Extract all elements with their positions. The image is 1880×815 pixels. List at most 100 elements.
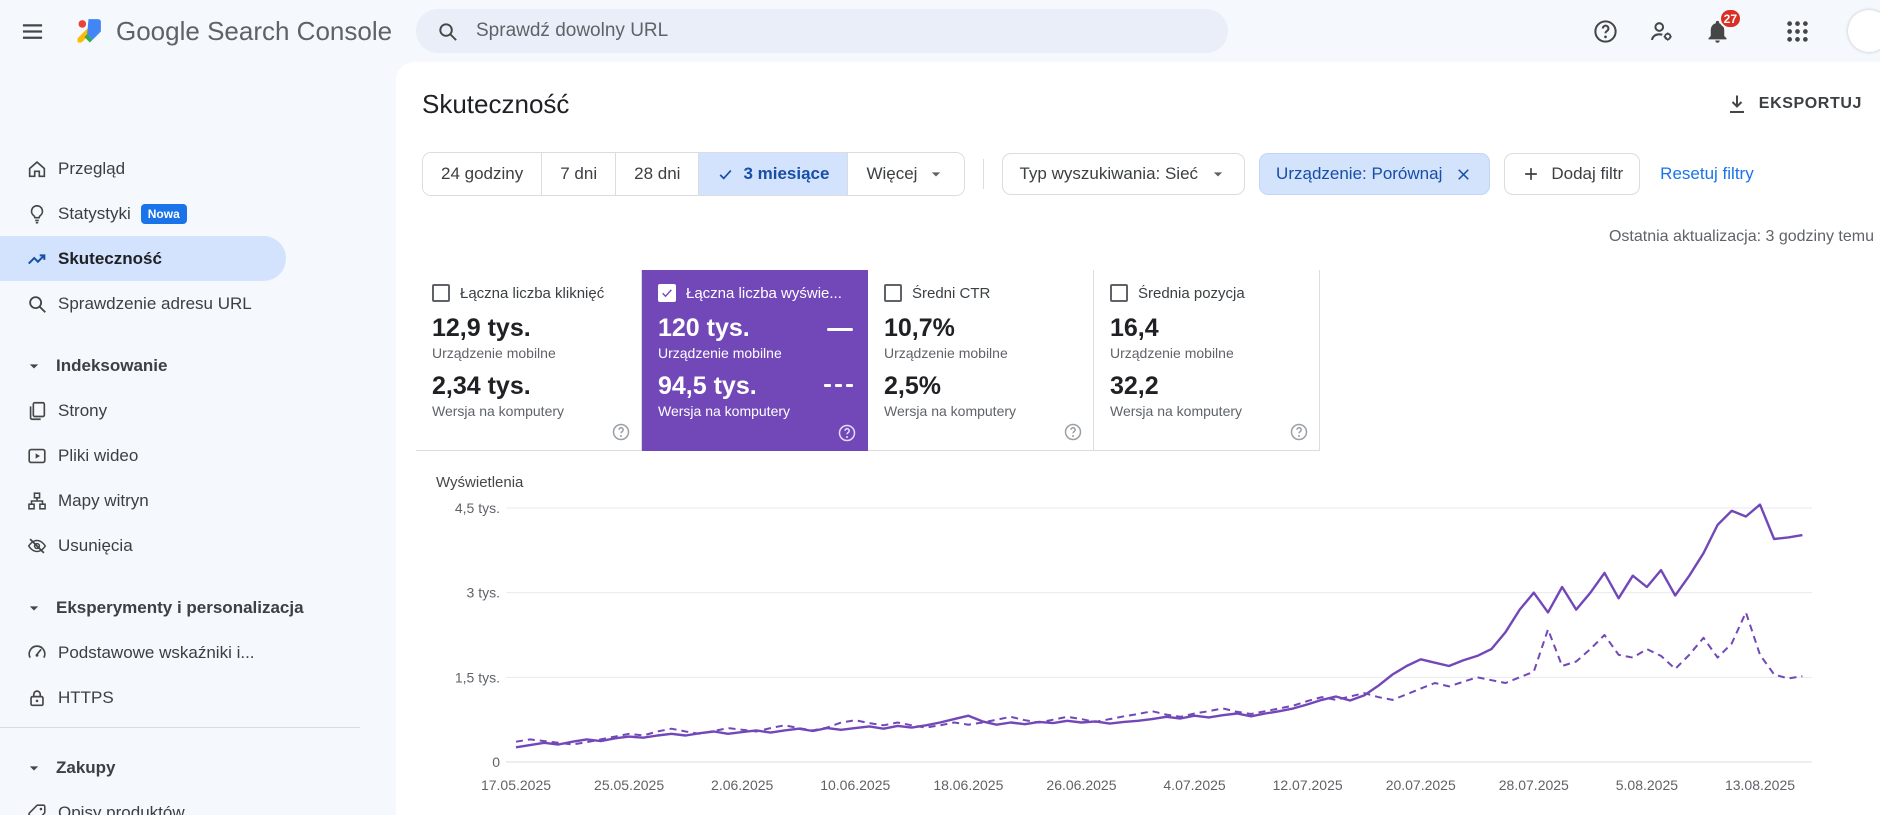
search-icon [26, 293, 48, 315]
range-3-miesiace-button[interactable]: 3 miesiące [698, 153, 848, 195]
range-28-dni-button[interactable]: 28 dni [615, 153, 699, 195]
sidebar-item-strony[interactable]: Strony [0, 388, 396, 433]
metric-cards-row: Łączna liczba kliknięć 12,9 tys. Urządzeni… [416, 270, 1320, 451]
search-type-filter-button[interactable]: Typ wyszukiwania: Sieć [1002, 153, 1246, 195]
url-inspection-searchbox[interactable] [416, 9, 1228, 53]
sidebar-item-statystyki[interactable]: Statystyki Nowa [0, 191, 396, 236]
help-icon[interactable] [1289, 422, 1309, 442]
sidebar-item-podstawowe-wskazniki-i[interactable]: Podstawowe wskaźniki i... [0, 630, 396, 675]
x-tick-label: 26.06.2025 [1046, 777, 1116, 793]
sidebar-item-label: Skuteczność [58, 248, 162, 268]
range-label: 7 dni [560, 164, 598, 183]
home-icon [26, 158, 48, 180]
chevron-down-icon [24, 598, 44, 618]
device-filter-label: Urządzenie: Porównaj [1276, 164, 1443, 183]
x-tick-label: 5.08.2025 [1616, 777, 1678, 793]
sidebar-item-label: Statystyki [58, 203, 131, 223]
sidebar-item-sprawdzenie-adresu-url[interactable]: Sprawdzenie adresu URL [0, 281, 396, 326]
sidebar-item-label: Usunięcia [58, 535, 133, 555]
avatar[interactable] [1848, 10, 1880, 52]
metric-label: Łączna liczba kliknięć [460, 284, 605, 302]
search-console-app: Google Search Console 27 Przegląd Statyst… [0, 0, 1880, 815]
checkbox-checked[interactable] [658, 284, 676, 302]
notification-badge: 27 [1718, 8, 1742, 29]
download-icon [1725, 92, 1749, 116]
url-search-input[interactable] [474, 19, 1208, 43]
close-icon[interactable] [1454, 165, 1473, 184]
x-tick-label: 18.06.2025 [933, 777, 1003, 793]
metric-sublabel-desktop: Wersja na komputery [1110, 403, 1243, 419]
sidebar-item-skutecznosc[interactable]: Skuteczność [0, 236, 286, 281]
checkbox-unchecked[interactable] [1110, 284, 1128, 302]
chevron-down-icon [24, 758, 44, 778]
metric-label: Średnia pozycja [1138, 284, 1245, 302]
metric-value-desktop: 32,2 [1110, 372, 1159, 400]
sidebar-section-label: Zakupy [56, 757, 116, 777]
y-tick-label: 3 tys. [467, 585, 500, 601]
reset-filters-link[interactable]: Resetuj filtry [1660, 164, 1754, 184]
sidebar-item-label: Strony [58, 400, 108, 420]
checkbox-unchecked[interactable] [884, 284, 902, 302]
metric-card-aczna-liczba-klikniec[interactable]: Łączna liczba kliknięć 12,9 tys. Urządzeni… [416, 270, 642, 450]
solid-line-indicator [827, 328, 853, 331]
sidebar-section-eksperymenty-i-personalizacja[interactable]: Eksperymenty i personalizacja [0, 585, 396, 630]
google-apps-button[interactable] [1780, 14, 1814, 48]
video-icon [26, 445, 48, 467]
search-type-label: Typ wyszukiwania: Sieć [1019, 164, 1199, 183]
range-label: 24 godziny [441, 164, 524, 183]
hamburger-menu-button[interactable] [8, 7, 56, 55]
header-actions: 27 [1588, 0, 1880, 62]
check-icon [717, 166, 734, 183]
sidebar-item-label: Podstawowe wskaźniki i... [58, 642, 255, 662]
sidebar-item-label: HTTPS [58, 687, 114, 707]
user-settings-icon [1648, 18, 1675, 45]
metric-card-sredni-ctr[interactable]: Średni CTR 10,7% Urządzenie mobilne 2,5% Wer… [868, 270, 1094, 450]
pages-icon [26, 400, 48, 422]
sidebar-item-mapy-witryn[interactable]: Mapy witryn [0, 478, 396, 523]
x-tick-label: 4.07.2025 [1163, 777, 1225, 793]
filter-separator [983, 159, 985, 189]
device-filter-chip[interactable]: Urządzenie: Porównaj [1259, 153, 1491, 195]
sidebar-section-indeksowanie[interactable]: Indeksowanie [0, 343, 396, 388]
metric-sublabel-mobile: Urządzenie mobilne [658, 345, 782, 361]
page-title: Skuteczność [422, 88, 570, 119]
range-wiecej-button[interactable]: Więcej [847, 153, 965, 195]
range-24-godziny-button[interactable]: 24 godziny [423, 153, 542, 195]
sidebar-item-przeglad[interactable]: Przegląd [0, 146, 396, 191]
metric-sublabel-desktop: Wersja na komputery [658, 403, 791, 419]
metric-card-srednia-pozycja[interactable]: Średnia pozycja 16,4 Urządzenie mobilne 32,… [1094, 270, 1320, 450]
x-tick-label: 28.07.2025 [1499, 777, 1569, 793]
metric-card-header: Łączna liczba kliknięć [432, 284, 625, 302]
metric-value-desktop: 94,5 tys. [658, 372, 757, 400]
help-icon[interactable] [611, 422, 631, 442]
user-settings-button[interactable] [1644, 14, 1678, 48]
metric-sublabel-mobile: Urządzenie mobilne [432, 345, 556, 361]
metric-value-desktop: 2,5% [884, 372, 941, 400]
help-icon[interactable] [1063, 422, 1083, 442]
x-tick-label: 25.05.2025 [594, 777, 664, 793]
sidebar-item-opisy-produktow[interactable]: Opisy produktów [0, 790, 396, 815]
metric-card-header: Średni CTR [884, 284, 1077, 302]
sidebar-item-https[interactable]: HTTPS [0, 675, 396, 720]
series-line-wersja-na-komputery [515, 611, 1803, 746]
chevron-down-icon [24, 356, 44, 376]
notifications-button[interactable]: 27 [1700, 8, 1742, 48]
metric-card-aczna-liczba-wyswie[interactable]: Łączna liczba wyświe... 120 tys. Urządzeni… [642, 270, 868, 451]
x-tick-label: 17.05.2025 [481, 777, 551, 793]
sidebar-item-pliki-wideo[interactable]: Pliki wideo [0, 433, 396, 478]
chevron-down-icon [1208, 164, 1228, 184]
sidebar-item-usuniecia[interactable]: Usunięcia [0, 523, 396, 568]
sidebar-section-zakupy[interactable]: Zakupy [0, 745, 396, 790]
range-7-dni-button[interactable]: 7 dni [541, 153, 616, 195]
help-icon [1592, 18, 1619, 45]
help-button[interactable] [1588, 14, 1622, 48]
metric-card-header: Średnia pozycja [1110, 284, 1303, 302]
range-label: 3 miesiące [743, 164, 830, 183]
add-filter-button[interactable]: Dodaj filtr [1504, 153, 1641, 195]
sidebar-item-label: Sprawdzenie adresu URL [58, 293, 252, 313]
export-button[interactable]: EKSPORTUJ [1717, 86, 1870, 122]
sidebar-item-label: Pliki wideo [58, 445, 139, 465]
checkbox-unchecked[interactable] [432, 284, 450, 302]
help-icon[interactable] [837, 423, 857, 443]
sidebar: Przegląd Statystyki Nowa Skuteczność Sprawdz… [0, 62, 396, 815]
